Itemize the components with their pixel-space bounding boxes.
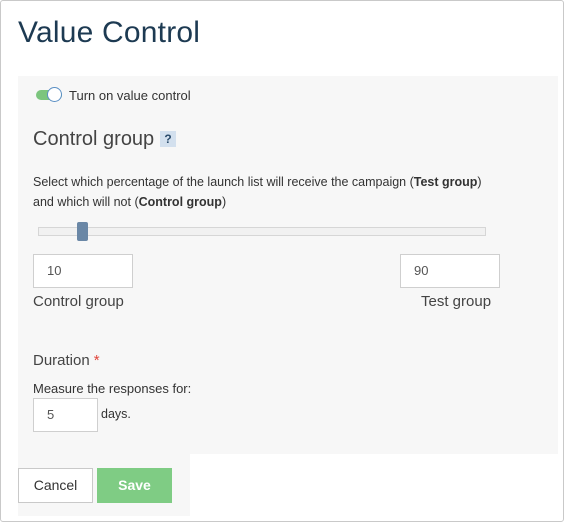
- control-group-label: Control group: [33, 293, 124, 310]
- control-group-heading: Control group: [33, 128, 155, 150]
- description-test-group: Test group: [413, 175, 478, 189]
- required-marker: *: [93, 352, 100, 369]
- test-group-label: Test group: [421, 293, 492, 310]
- percentage-slider-handle[interactable]: [77, 222, 89, 241]
- control-group-input[interactable]: 10: [33, 254, 133, 288]
- cancel-button[interactable]: Cancel: [18, 468, 93, 503]
- description-text: ): [221, 195, 227, 209]
- control-group-description: Select which percentage of the launch li…: [33, 172, 483, 212]
- test-group-input[interactable]: 90: [400, 254, 500, 288]
- duration-label-text: Duration: [33, 352, 90, 369]
- description-control-group: Control group: [138, 195, 222, 209]
- dialog-footer-blank: [190, 454, 558, 516]
- days-unit-label: days.: [101, 407, 131, 421]
- value-control-toggle[interactable]: [36, 87, 62, 103]
- dialog-title: Value Control: [18, 16, 201, 49]
- toggle-knob[interactable]: [47, 87, 62, 102]
- duration-days-input[interactable]: 5: [33, 398, 98, 432]
- description-text: Select which percentage of the launch li…: [33, 175, 414, 189]
- help-icon[interactable]: ?: [160, 131, 176, 147]
- percentage-slider-track[interactable]: [38, 227, 486, 236]
- duration-label: Duration *: [33, 352, 100, 369]
- measure-responses-text: Measure the responses for:: [33, 381, 192, 396]
- toggle-label: Turn on value control: [69, 88, 191, 103]
- save-button[interactable]: Save: [97, 468, 172, 503]
